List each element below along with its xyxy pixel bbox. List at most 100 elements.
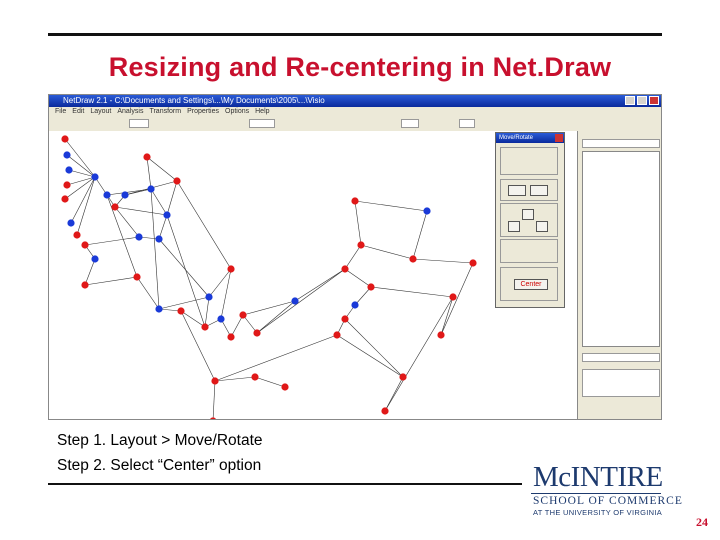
graph-node-blue[interactable]	[67, 219, 75, 227]
graph-edge	[412, 210, 428, 260]
graph-node-blue[interactable]	[121, 191, 129, 199]
graph-node-blue[interactable]	[423, 207, 431, 215]
menu-item-help[interactable]: Help	[255, 108, 269, 115]
graph-node-red[interactable]	[73, 231, 81, 239]
graph-node-blue[interactable]	[155, 235, 163, 243]
menu-item-edit[interactable]: Edit	[72, 108, 84, 115]
graph-node-red[interactable]	[61, 135, 69, 143]
menu-item-properties[interactable]: Properties	[187, 108, 219, 115]
graph-node-blue[interactable]	[135, 233, 143, 241]
graph-node-red[interactable]	[357, 241, 365, 249]
graph-node-red[interactable]	[367, 283, 375, 291]
graph-node-red[interactable]	[201, 323, 209, 331]
window-title-bar: NetDraw 2.1 - C:\Documents and Settings\…	[49, 95, 661, 107]
menu-item-layout[interactable]: Layout	[90, 108, 111, 115]
graph-node-red[interactable]	[61, 195, 69, 203]
graph-edge	[242, 300, 296, 316]
graph-edge	[114, 206, 168, 216]
graph-edge	[212, 380, 216, 419]
graph-node-red[interactable]	[437, 331, 445, 339]
shift-up-button[interactable]	[522, 209, 534, 220]
menu-item-options[interactable]: Options	[225, 108, 249, 115]
toolbar-field-2[interactable]	[249, 119, 275, 128]
graph-node-blue[interactable]	[63, 151, 71, 159]
center-button[interactable]: Center	[514, 279, 548, 290]
graph-node-blue[interactable]	[91, 173, 99, 181]
graph-node-red[interactable]	[281, 383, 289, 391]
shift-left-button[interactable]	[508, 221, 520, 232]
graph-edge	[336, 334, 404, 378]
graph-node-blue[interactable]	[155, 305, 163, 313]
graph-node-red[interactable]	[341, 265, 349, 273]
graph-node-red[interactable]	[227, 265, 235, 273]
panel-dropdown[interactable]	[582, 139, 660, 148]
toolbar-field-1[interactable]	[129, 119, 149, 128]
panel-spinner[interactable]	[582, 353, 660, 362]
netdraw-screenshot: NetDraw 2.1 - C:\Documents and Settings\…	[48, 94, 662, 420]
toolbar-field-3[interactable]	[401, 119, 419, 128]
graph-edge	[66, 154, 96, 178]
graph-edge	[150, 188, 168, 216]
graph-node-red[interactable]	[81, 281, 89, 289]
graph-node-red[interactable]	[173, 177, 181, 185]
graph-node-red[interactable]	[399, 373, 407, 381]
graph-node-red[interactable]	[381, 407, 389, 415]
graph-edge	[256, 300, 296, 334]
close-icon[interactable]	[649, 96, 659, 105]
flip-button[interactable]	[508, 185, 526, 196]
graph-node-blue[interactable]	[205, 293, 213, 301]
graph-node-red[interactable]	[209, 417, 216, 420]
graph-node-red[interactable]	[111, 203, 119, 211]
graph-node-red[interactable]	[469, 259, 477, 267]
graph-node-blue[interactable]	[291, 297, 299, 305]
minimize-icon[interactable]	[625, 96, 635, 105]
graph-node-red[interactable]	[211, 377, 219, 385]
graph-edge	[440, 262, 474, 336]
graph-node-red[interactable]	[351, 197, 359, 205]
graph-edge	[440, 296, 454, 336]
graph-node-red[interactable]	[81, 241, 89, 249]
graph-node-red[interactable]	[239, 311, 247, 319]
graph-edge	[384, 296, 454, 412]
graph-node-red[interactable]	[63, 181, 71, 189]
graph-node-red[interactable]	[409, 255, 417, 263]
properties-panel	[577, 131, 661, 419]
graph-edge	[344, 318, 404, 378]
graph-node-red[interactable]	[449, 293, 457, 301]
graph-node-red[interactable]	[133, 273, 141, 281]
graph-node-blue[interactable]	[91, 255, 99, 263]
graph-node-red[interactable]	[143, 153, 151, 161]
panel-attribute-list[interactable]	[582, 151, 660, 347]
graph-node-blue[interactable]	[163, 211, 171, 219]
flip-vertical-button[interactable]	[530, 185, 548, 196]
graph-node-red[interactable]	[177, 307, 185, 315]
graph-edge	[354, 200, 428, 212]
graph-node-blue[interactable]	[217, 315, 225, 323]
graph-node-red[interactable]	[227, 333, 235, 341]
page-number: 24	[696, 515, 708, 529]
graph-node-blue[interactable]	[65, 166, 73, 174]
move-rotate-dialog: Move/Rotate Center	[495, 132, 565, 308]
graph-edge	[412, 258, 474, 264]
graph-edge	[370, 286, 454, 298]
dialog-close-icon[interactable]	[555, 134, 563, 142]
menu-item-file[interactable]: File	[55, 108, 66, 115]
graph-node-blue[interactable]	[103, 191, 111, 199]
graph-node-red[interactable]	[333, 331, 341, 339]
maximize-icon[interactable]	[637, 96, 647, 105]
graph-node-blue[interactable]	[147, 185, 155, 193]
graph-node-red[interactable]	[341, 315, 349, 323]
bottom-rule	[48, 483, 522, 485]
menu-item-analysis[interactable]: Analysis	[117, 108, 143, 115]
shift-right-button[interactable]	[536, 221, 548, 232]
graph-edge	[84, 258, 96, 286]
graph-edge	[64, 176, 96, 200]
graph-node-blue[interactable]	[351, 301, 359, 309]
window-title: NetDraw 2.1 - C:\Documents and Settings\…	[63, 96, 325, 105]
step-2-caption: Step 2. Select “Center” option	[57, 457, 262, 474]
graph-node-red[interactable]	[251, 373, 259, 381]
graph-node-red[interactable]	[253, 329, 261, 337]
menu-item-transform[interactable]: Transform	[149, 108, 181, 115]
panel-options[interactable]	[582, 369, 660, 397]
toolbar-field-4[interactable]	[459, 119, 475, 128]
